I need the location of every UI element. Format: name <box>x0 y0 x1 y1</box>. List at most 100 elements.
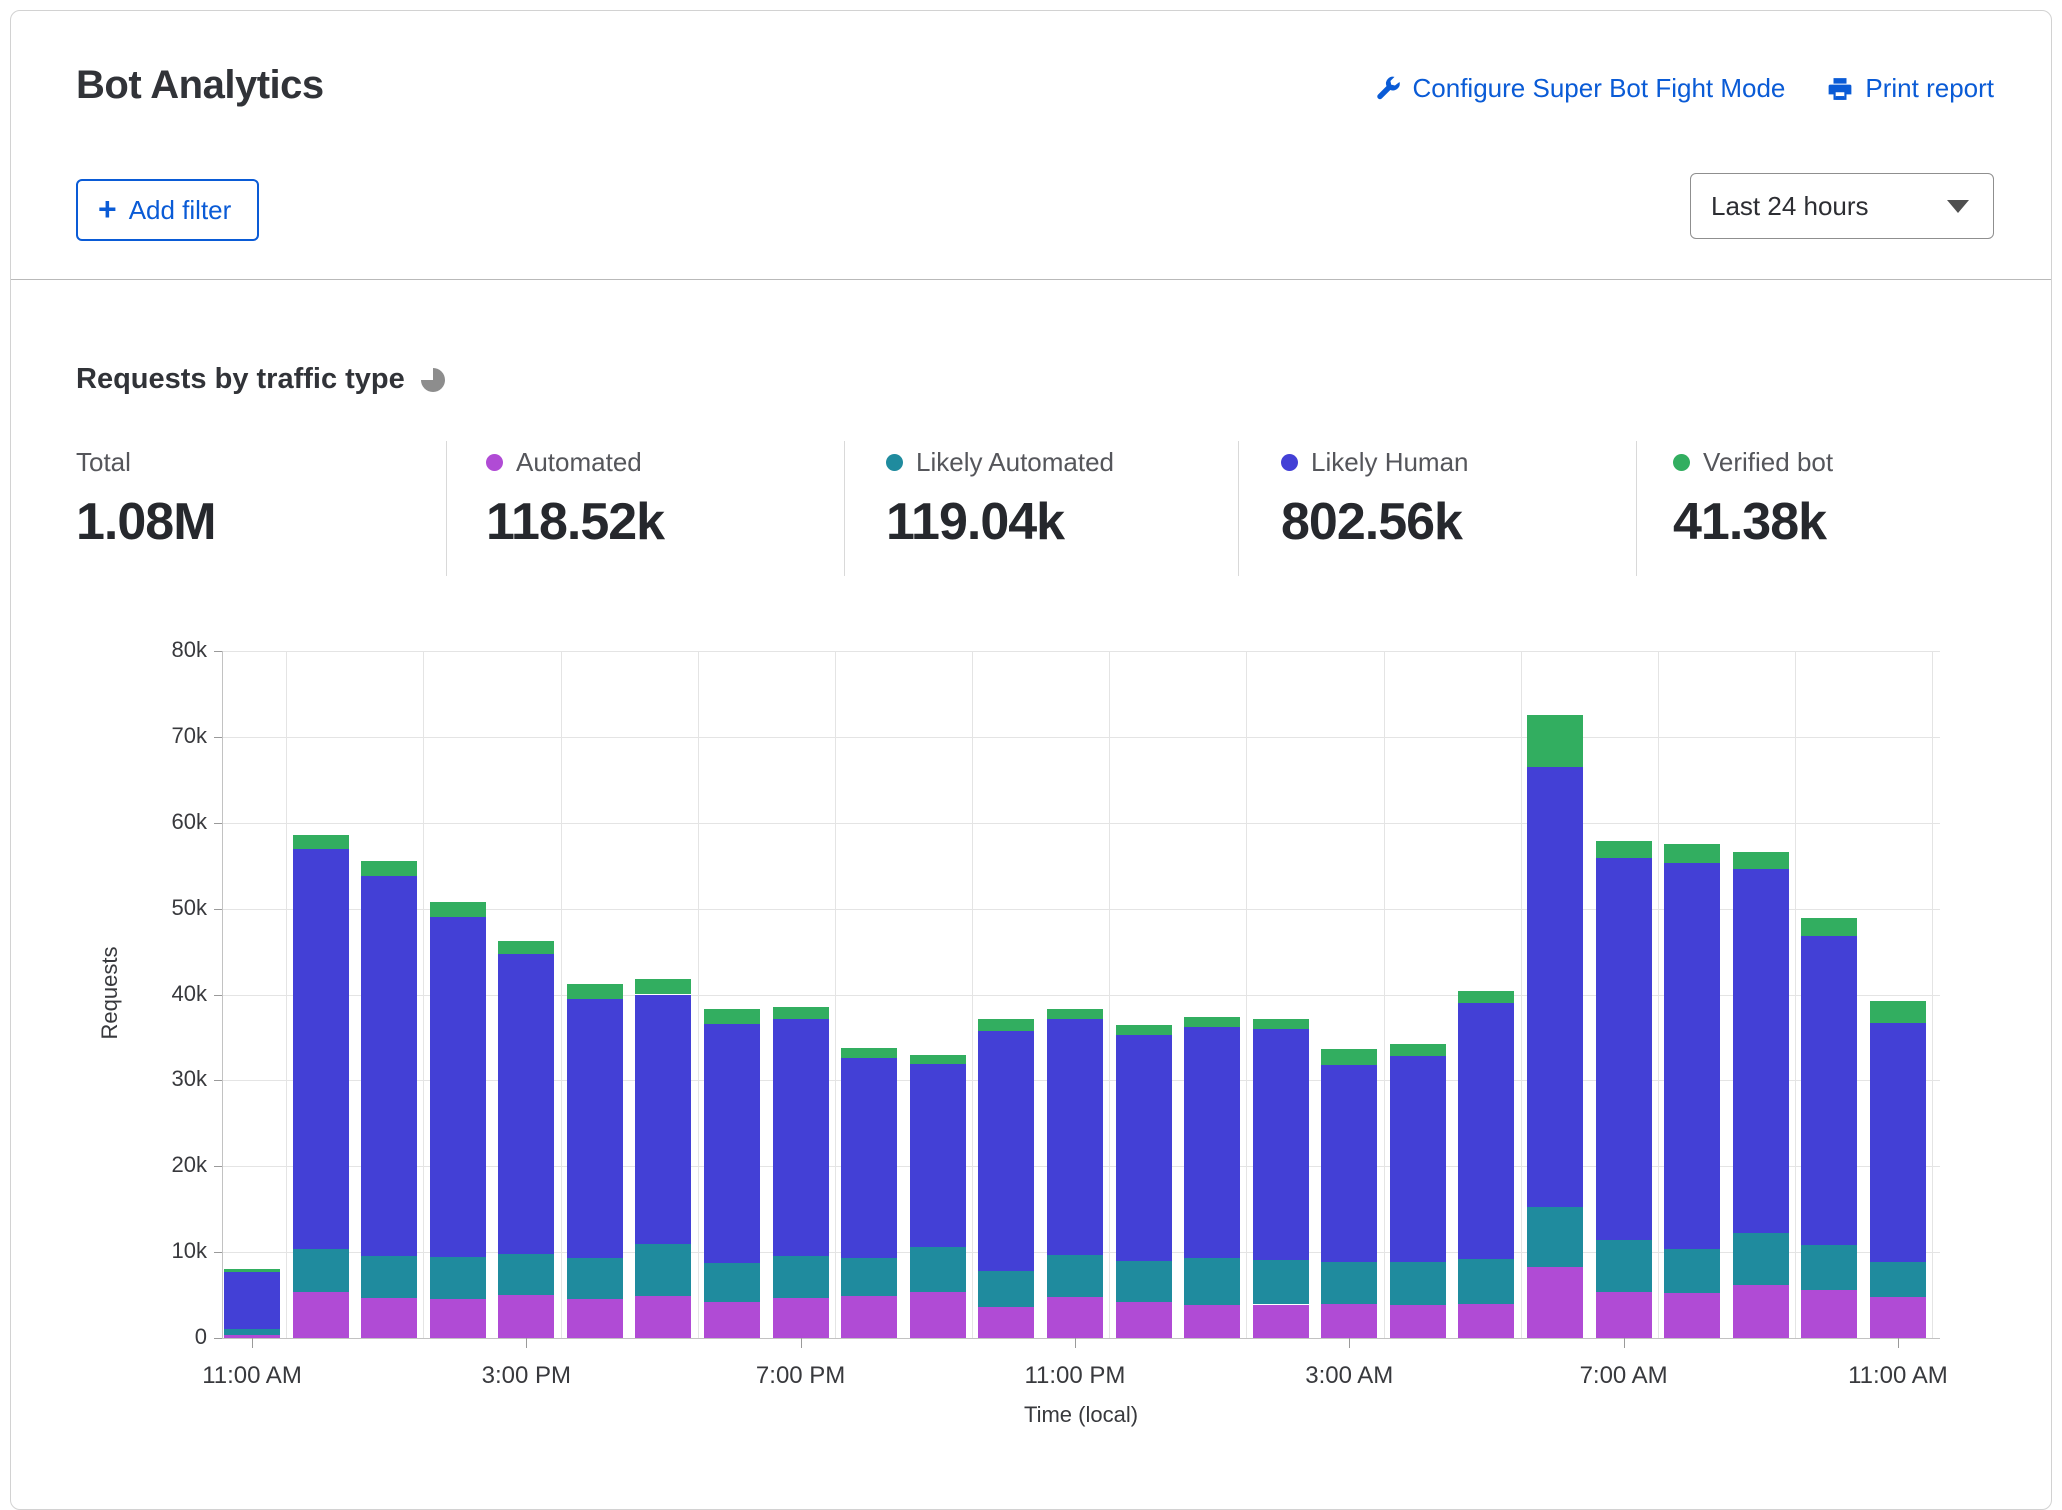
bar-segment-likely-human[interactable] <box>1047 1019 1103 1255</box>
time-range-select[interactable]: Last 24 hours <box>1690 173 1994 239</box>
bar-segment-likely-automated[interactable] <box>1596 1240 1652 1292</box>
bar-segment-likely-automated[interactable] <box>978 1271 1034 1307</box>
bar-segment-automated[interactable] <box>773 1298 829 1338</box>
bar-segment-automated[interactable] <box>635 1296 691 1338</box>
bar-segment-verified-bot[interactable] <box>635 979 691 994</box>
bar-segment-automated[interactable] <box>704 1302 760 1338</box>
bar-segment-verified-bot[interactable] <box>1047 1009 1103 1018</box>
bar-segment-verified-bot[interactable] <box>1184 1017 1240 1027</box>
bar-segment-automated[interactable] <box>1527 1267 1583 1338</box>
bar-segment-likely-automated[interactable] <box>1116 1261 1172 1302</box>
bar-segment-likely-automated[interactable] <box>1733 1233 1789 1285</box>
bar-segment-likely-automated[interactable] <box>1321 1262 1377 1304</box>
bar-segment-likely-automated[interactable] <box>1390 1262 1446 1305</box>
bar-segment-automated[interactable] <box>498 1295 554 1338</box>
bar-segment-likely-human[interactable] <box>841 1058 897 1258</box>
bar-segment-likely-automated[interactable] <box>293 1249 349 1293</box>
bar-segment-automated[interactable] <box>224 1335 280 1338</box>
bar-segment-verified-bot[interactable] <box>1596 841 1652 858</box>
configure-super-bot-fight-mode-link[interactable]: Configure Super Bot Fight Mode <box>1374 73 1786 104</box>
bar-segment-automated[interactable] <box>841 1296 897 1338</box>
bar-segment-automated[interactable] <box>1733 1285 1789 1338</box>
bar-segment-likely-human[interactable] <box>978 1031 1034 1271</box>
bar-segment-likely-human[interactable] <box>1801 936 1857 1245</box>
bar-segment-automated[interactable] <box>567 1299 623 1338</box>
bar-segment-automated[interactable] <box>978 1307 1034 1338</box>
bar-segment-likely-human[interactable] <box>773 1019 829 1255</box>
bar-segment-verified-bot[interactable] <box>361 861 417 876</box>
bar-segment-verified-bot[interactable] <box>1527 715 1583 767</box>
bar-segment-automated[interactable] <box>1596 1292 1652 1338</box>
bar-segment-likely-automated[interactable] <box>635 1244 691 1296</box>
bar-segment-likely-human[interactable] <box>1596 858 1652 1240</box>
bar-segment-verified-bot[interactable] <box>224 1269 280 1272</box>
bar-segment-likely-human[interactable] <box>704 1024 760 1264</box>
bar-segment-verified-bot[interactable] <box>1664 844 1720 863</box>
bar-segment-verified-bot[interactable] <box>498 941 554 954</box>
bar-segment-likely-human[interactable] <box>1870 1023 1926 1263</box>
bar-segment-likely-human[interactable] <box>224 1272 280 1329</box>
bar-segment-likely-automated[interactable] <box>1527 1207 1583 1266</box>
bar-segment-automated[interactable] <box>1116 1302 1172 1338</box>
bar-segment-verified-bot[interactable] <box>841 1048 897 1058</box>
bar-segment-likely-automated[interactable] <box>1047 1255 1103 1297</box>
bar-segment-verified-bot[interactable] <box>1116 1025 1172 1034</box>
bar-segment-automated[interactable] <box>430 1299 486 1338</box>
print-report-link[interactable]: Print report <box>1827 73 1994 104</box>
bar-segment-likely-human[interactable] <box>498 954 554 1254</box>
bar-segment-automated[interactable] <box>1664 1293 1720 1338</box>
bar-segment-likely-human[interactable] <box>1458 1003 1514 1259</box>
bar-segment-verified-bot[interactable] <box>567 984 623 999</box>
bar-segment-likely-human[interactable] <box>910 1064 966 1247</box>
bar-segment-likely-human[interactable] <box>1390 1056 1446 1262</box>
bar-segment-likely-automated[interactable] <box>224 1329 280 1335</box>
bar-segment-likely-human[interactable] <box>1664 863 1720 1249</box>
bar-segment-automated[interactable] <box>293 1292 349 1338</box>
bar-segment-likely-human[interactable] <box>361 876 417 1256</box>
bar-segment-automated[interactable] <box>1458 1304 1514 1338</box>
bar-segment-automated[interactable] <box>1047 1297 1103 1338</box>
bar-segment-likely-automated[interactable] <box>498 1254 554 1295</box>
bar-segment-likely-automated[interactable] <box>841 1258 897 1296</box>
add-filter-button[interactable]: + Add filter <box>76 179 259 241</box>
bar-segment-likely-human[interactable] <box>293 849 349 1249</box>
bar-segment-verified-bot[interactable] <box>1390 1044 1446 1056</box>
bar-segment-automated[interactable] <box>1253 1305 1309 1338</box>
bar-segment-verified-bot[interactable] <box>1870 1001 1926 1023</box>
bar-segment-automated[interactable] <box>1321 1304 1377 1338</box>
bar-segment-likely-automated[interactable] <box>773 1256 829 1299</box>
bar-segment-automated[interactable] <box>361 1298 417 1338</box>
bar-segment-likely-human[interactable] <box>1527 767 1583 1208</box>
bar-segment-likely-automated[interactable] <box>1801 1245 1857 1290</box>
bar-segment-likely-automated[interactable] <box>361 1256 417 1299</box>
bar-segment-likely-human[interactable] <box>1116 1035 1172 1261</box>
bar-segment-verified-bot[interactable] <box>1321 1049 1377 1064</box>
bar-segment-likely-human[interactable] <box>635 995 691 1245</box>
bar-segment-likely-automated[interactable] <box>430 1257 486 1299</box>
bar-segment-verified-bot[interactable] <box>978 1019 1034 1030</box>
bar-segment-verified-bot[interactable] <box>430 902 486 917</box>
bar-segment-likely-human[interactable] <box>1321 1065 1377 1262</box>
bar-segment-verified-bot[interactable] <box>1458 991 1514 1003</box>
bar-segment-likely-human[interactable] <box>1733 869 1789 1233</box>
bar-segment-automated[interactable] <box>1390 1305 1446 1338</box>
bar-segment-automated[interactable] <box>1801 1290 1857 1338</box>
bar-segment-automated[interactable] <box>1870 1297 1926 1338</box>
bar-segment-verified-bot[interactable] <box>293 835 349 849</box>
bar-segment-verified-bot[interactable] <box>1733 852 1789 869</box>
bar-segment-likely-automated[interactable] <box>704 1263 760 1302</box>
bar-segment-verified-bot[interactable] <box>910 1055 966 1064</box>
bar-segment-verified-bot[interactable] <box>1801 918 1857 936</box>
bar-segment-verified-bot[interactable] <box>704 1009 760 1024</box>
bar-segment-likely-human[interactable] <box>1253 1029 1309 1260</box>
bar-segment-likely-automated[interactable] <box>1253 1260 1309 1305</box>
bar-segment-automated[interactable] <box>1184 1305 1240 1338</box>
bar-segment-likely-automated[interactable] <box>1870 1262 1926 1296</box>
bar-segment-likely-automated[interactable] <box>1664 1249 1720 1294</box>
bar-segment-likely-automated[interactable] <box>910 1247 966 1292</box>
bar-segment-likely-automated[interactable] <box>1184 1258 1240 1305</box>
bar-segment-likely-human[interactable] <box>1184 1027 1240 1258</box>
bar-segment-verified-bot[interactable] <box>773 1007 829 1020</box>
bar-segment-likely-human[interactable] <box>567 999 623 1258</box>
bar-segment-verified-bot[interactable] <box>1253 1019 1309 1029</box>
